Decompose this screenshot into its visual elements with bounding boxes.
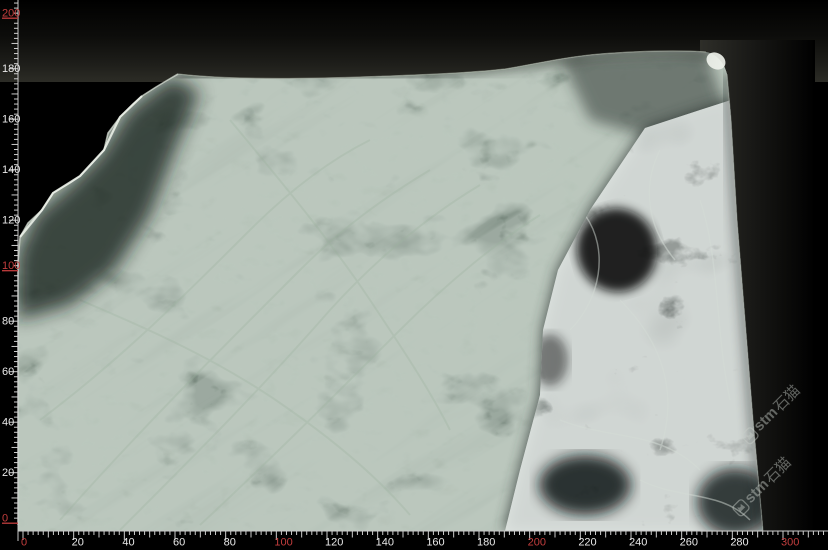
slab-scanner-viewport: 0 20 40 60 80 100 120 140 160 180 200 0 20 40 60 80 100… (0, 0, 828, 550)
h-ruler-label: 40 (122, 537, 134, 549)
h-ruler-label: 160 (426, 537, 444, 549)
h-ruler-label: 180 (477, 537, 495, 549)
v-ruler-label: 180 (2, 63, 20, 75)
h-ruler-label: 140 (376, 537, 394, 549)
h-ruler-label: 300 (781, 537, 799, 549)
v-ruler-label: 120 (2, 215, 20, 227)
v-ruler-label: 0 (2, 513, 8, 525)
h-ruler-label: 260 (680, 537, 698, 549)
v-ruler-label: 160 (2, 114, 20, 126)
v-ruler-label: 100 (2, 260, 20, 272)
slab-scan-image: 0 20 40 60 80 100 120 140 160 180 200 0 20 40 60 80 100… (0, 0, 828, 550)
h-ruler-label: 20 (72, 537, 84, 549)
h-ruler-label: 60 (173, 537, 185, 549)
v-ruler-label: 20 (2, 467, 14, 479)
h-ruler-label: 80 (224, 537, 236, 549)
h-ruler-label: 200 (528, 537, 546, 549)
h-ruler-label: 280 (730, 537, 748, 549)
h-ruler-label: 0 (21, 537, 27, 549)
v-ruler-label: 60 (2, 366, 14, 378)
h-ruler-label: 220 (578, 537, 596, 549)
v-ruler-label: 200 (2, 8, 20, 20)
v-ruler-label: 140 (2, 164, 20, 176)
h-ruler-label: 100 (274, 537, 292, 549)
v-ruler-label: 80 (2, 316, 14, 328)
h-ruler-label: 240 (629, 537, 647, 549)
h-ruler-label: 120 (325, 537, 343, 549)
v-ruler-label: 40 (2, 417, 14, 429)
